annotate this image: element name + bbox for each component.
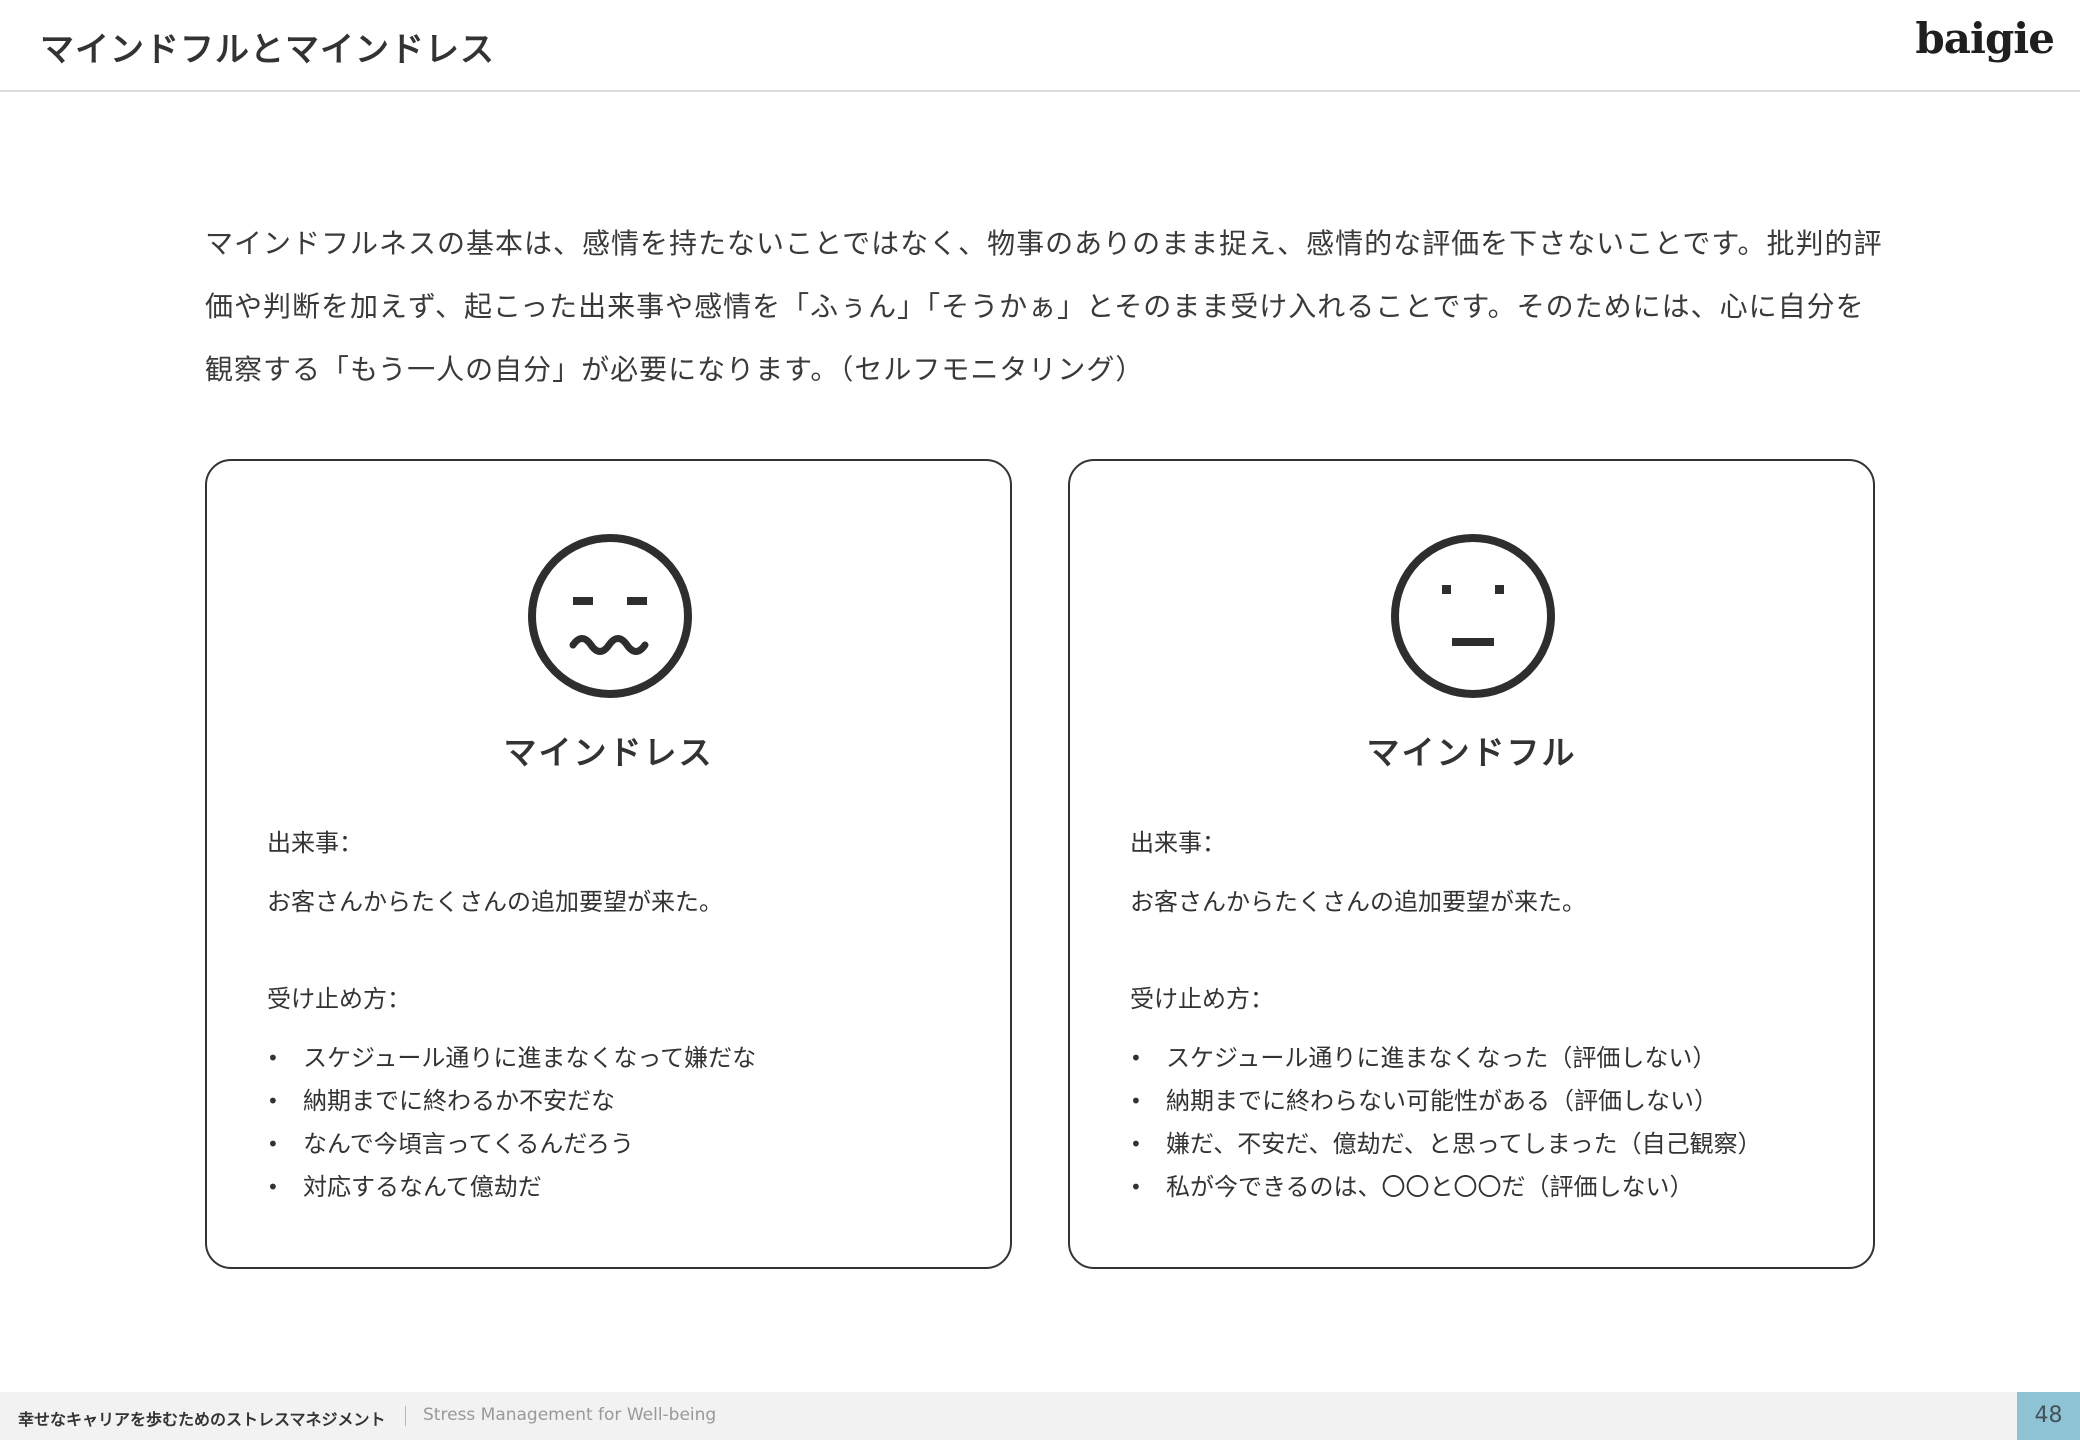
footer-subtitle: Stress Management for Well-being [423, 1405, 717, 1425]
event-text: お客さんからたくさんの追加要望が来た。 [267, 888, 723, 916]
list-item: スケジュール通りに進まなくなって嫌だな [267, 1037, 756, 1080]
intro-paragraph: マインドフルネスの基本は、感情を持たないことではなく、物事のありのまま捉え、感情… [205, 227, 1883, 386]
reception-list: スケジュール通りに進まなくなった（評価しない） 納期までに終わらない可能性がある… [1130, 1037, 1762, 1209]
list-item: スケジュール通りに進まなくなった（評価しない） [1130, 1037, 1762, 1080]
event-label: 出来事： [1130, 829, 1226, 857]
brand-logo: baigie [1915, 14, 2055, 63]
mindless-card: マインドレス 出来事： お客さんからたくさんの追加要望が来た。 受け止め方： ス… [205, 459, 1012, 1269]
event-label: 出来事： [267, 829, 363, 857]
footer-bar: 幸せなキャリアを歩むためのストレスマネジメント Stress Managemen… [0, 1392, 2080, 1440]
reception-list: スケジュール通りに進まなくなって嫌だな 納期までに終わるか不安だな なんで今頃言… [267, 1037, 756, 1209]
event-text: お客さんからたくさんの追加要望が来た。 [1130, 888, 1586, 916]
card-title-mindful: マインドフル [1366, 733, 1577, 772]
footer-title: 幸せなキャリアを歩むためのストレスマネジメント [18, 1410, 386, 1429]
mindful-card: マインドフル 出来事： お客さんからたくさんの追加要望が来た。 受け止め方： ス… [1068, 459, 1875, 1269]
reception-label: 受け止め方： [1130, 985, 1274, 1013]
list-item: 納期までに終わるか不安だな [267, 1080, 756, 1123]
worried-face-icon [528, 534, 692, 698]
footer-divider [405, 1406, 406, 1426]
list-item: 納期までに終わらない可能性がある（評価しない） [1130, 1080, 1762, 1123]
reception-label: 受け止め方： [267, 985, 411, 1013]
card-title-mindless: マインドレス [503, 733, 714, 772]
list-item: 嫌だ、不安だ、億劫だ、と思ってしまった（自己観察） [1130, 1123, 1762, 1166]
list-item: なんで今頃言ってくるんだろう [267, 1123, 756, 1166]
list-item: 私が今できるのは、〇〇と〇〇だ（評価しない） [1130, 1166, 1762, 1209]
header-bar: マインドフルとマインドレス baigie [0, 0, 2080, 92]
list-item: 対応するなんて億劫だ [267, 1166, 756, 1209]
neutral-face-icon [1391, 534, 1555, 698]
page-number: 48 [2017, 1392, 2080, 1440]
page-title: マインドフルとマインドレス [40, 30, 495, 70]
